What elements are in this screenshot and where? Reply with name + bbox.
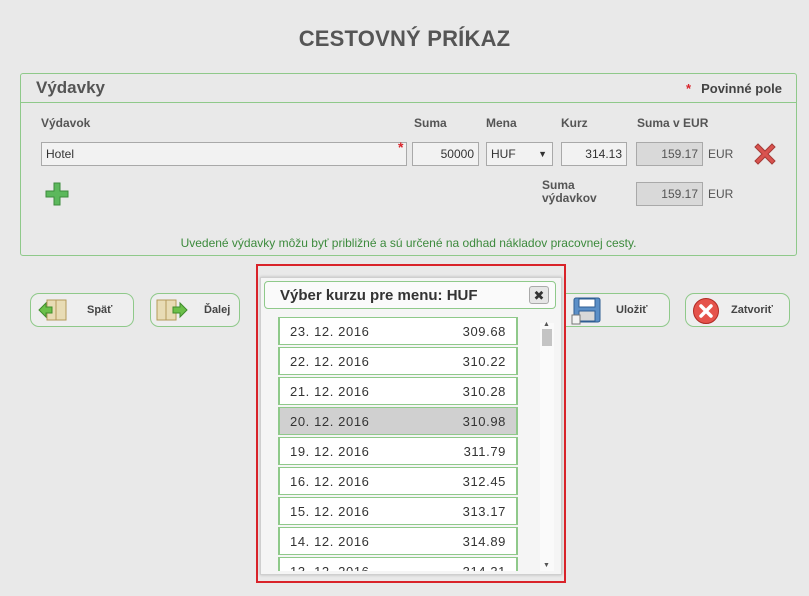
rate-row[interactable]: 19. 12. 2016 311.79	[278, 437, 518, 465]
rate-value: 314.89	[462, 534, 506, 549]
required-note: * Povinné pole	[686, 81, 782, 96]
rate-picker-title: Výber kurzu pre menu: HUF	[280, 287, 478, 304]
next-book-icon	[156, 299, 188, 321]
expenses-note: Uvedené výdavky môžu byť približné a sú …	[180, 236, 637, 250]
expenses-panel: Výdavky * Povinné pole Výdavok Suma Mena …	[20, 73, 797, 256]
rate-row[interactable]: 16. 12. 2016 312.45	[278, 467, 518, 495]
next-button-label: Ďalej	[204, 304, 231, 316]
total-label-line2: výdavkov	[542, 191, 597, 205]
col-expense-label: Výdavok	[41, 116, 91, 130]
rate-row[interactable]: 21. 12. 2016 310.28	[278, 377, 518, 405]
rate-row[interactable]: 15. 12. 2016 313.17	[278, 497, 518, 525]
amount-eur-unit: EUR	[708, 147, 734, 161]
col-amount-eur-label: Suma v EUR	[637, 116, 709, 130]
rate-date: 20. 12. 2016	[290, 414, 370, 429]
currency-select[interactable]: HUF ▼	[486, 142, 553, 166]
col-currency-label: Mena	[486, 116, 517, 130]
amount-eur-field: 159.17	[636, 142, 703, 166]
required-star: *	[686, 81, 692, 96]
total-label: Suma výdavkov	[542, 179, 597, 205]
rate-date: 22. 12. 2016	[290, 354, 370, 369]
rate-value: 310.22	[462, 354, 506, 369]
total-amount-unit: EUR	[708, 187, 734, 201]
save-button-label: Uložiť	[616, 304, 648, 316]
rate-row[interactable]: 14. 12. 2016 314.89	[278, 527, 518, 555]
rate-input[interactable]: 314.13	[561, 142, 627, 166]
popup-close-button[interactable]: ✖	[529, 286, 549, 304]
col-amount-label: Suma	[414, 116, 447, 130]
rate-list: 23. 12. 2016 309.68 22. 12. 2016 310.22 21. …	[278, 317, 518, 571]
back-button-label: Späť	[87, 304, 113, 316]
rate-value: 310.28	[462, 384, 506, 399]
rate-value: 312.45	[462, 474, 506, 489]
close-circle-icon	[693, 298, 719, 324]
delete-row-icon[interactable]	[752, 141, 778, 167]
chevron-down-icon: ▼	[538, 149, 547, 159]
close-button[interactable]: Zatvoriť	[685, 293, 790, 327]
back-book-icon	[38, 299, 67, 321]
amount-input[interactable]: 50000	[412, 142, 479, 166]
rate-value: 313.17	[462, 504, 506, 519]
rate-date: 19. 12. 2016	[290, 444, 370, 459]
rate-date: 14. 12. 2016	[290, 534, 370, 549]
scroll-down-icon[interactable]: ▼	[543, 562, 550, 569]
rate-value: 310.98	[462, 414, 506, 429]
rate-picker-header: Výber kurzu pre menu: HUF ✖	[264, 281, 556, 309]
rate-row[interactable]: 23. 12. 2016 309.68	[278, 317, 518, 345]
rate-row[interactable]: 13. 12. 2016 314.31	[278, 557, 518, 571]
save-floppy-icon	[571, 297, 601, 325]
back-button[interactable]: Späť	[30, 293, 134, 327]
expense-input[interactable]: Hotel	[41, 142, 407, 166]
rate-picker-popup: Výber kurzu pre menu: HUF ✖ 23. 12. 2016…	[260, 277, 562, 575]
rate-date: 13. 12. 2016	[290, 564, 370, 571]
expense-required-star: *	[398, 139, 404, 155]
rate-list-scrollbar[interactable]: ▲ ▼	[540, 321, 554, 571]
save-button[interactable]: Uložiť	[566, 293, 670, 327]
rate-row[interactable]: 20. 12. 2016 310.98	[278, 407, 518, 435]
rate-date: 23. 12. 2016	[290, 324, 370, 339]
close-icon: ✖	[533, 288, 545, 303]
page-title: CESTOVNÝ PRÍKAZ	[298, 26, 511, 51]
col-rate-label: Kurz	[561, 116, 588, 130]
expenses-title: Výdavky	[36, 78, 105, 97]
scrollbar-thumb[interactable]	[542, 329, 552, 346]
next-button[interactable]: Ďalej	[150, 293, 240, 327]
scroll-up-icon[interactable]: ▲	[543, 321, 550, 328]
rate-date: 21. 12. 2016	[290, 384, 370, 399]
rate-date: 16. 12. 2016	[290, 474, 370, 489]
close-button-label: Zatvoriť	[731, 304, 773, 316]
rate-value: 309.68	[462, 324, 506, 339]
expenses-panel-header: Výdavky * Povinné pole	[21, 74, 796, 103]
total-amount-field: 159.17	[636, 182, 703, 206]
add-row-icon[interactable]	[45, 182, 69, 206]
currency-select-value: HUF	[491, 147, 516, 161]
required-label: Povinné pole	[701, 81, 782, 96]
rate-date: 15. 12. 2016	[290, 504, 370, 519]
rate-row[interactable]: 22. 12. 2016 310.22	[278, 347, 518, 375]
rate-value: 311.79	[463, 444, 506, 459]
rate-value: 314.31	[463, 564, 506, 571]
